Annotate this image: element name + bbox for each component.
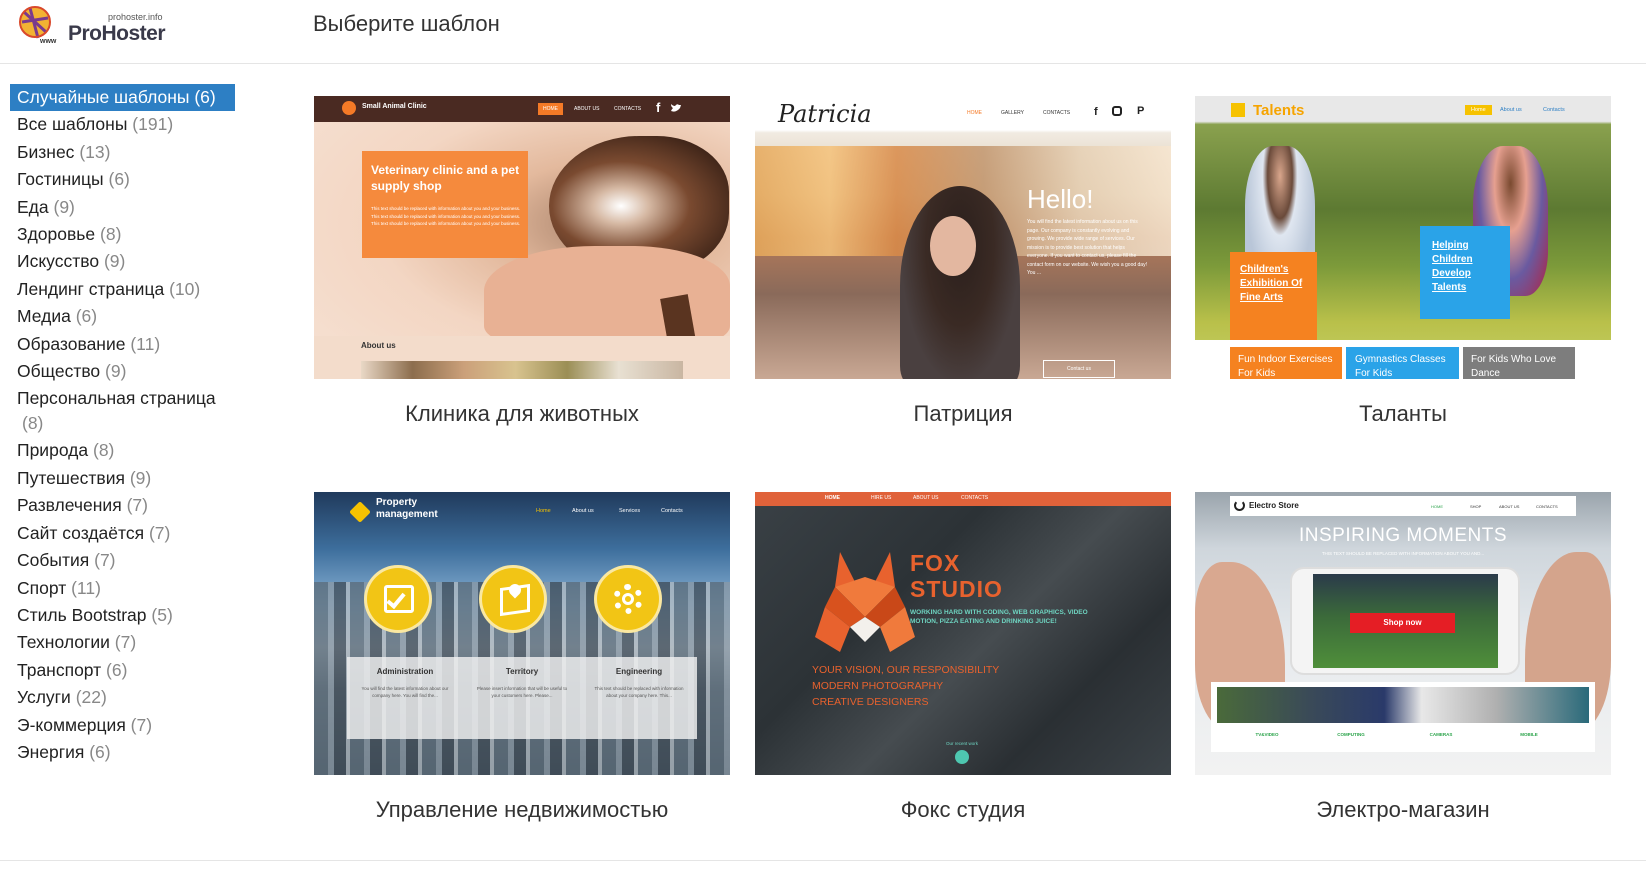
logo-www: www xyxy=(40,38,57,45)
category-health[interactable]: Здоровье (8) xyxy=(10,221,240,248)
category-energy[interactable]: Энергия (6) xyxy=(10,739,240,766)
template-card-electro-store[interactable]: Electro Store HOME SHOP ABOUT US CONTACT… xyxy=(1195,492,1611,823)
category-food[interactable]: Еда (9) xyxy=(10,194,240,221)
twitter-icon xyxy=(671,104,681,112)
template-card-talents[interactable]: Talents Home About us Contacts Children'… xyxy=(1195,96,1611,427)
template-thumbnail[interactable]: Talents Home About us Contacts Children'… xyxy=(1195,96,1611,379)
template-thumbnail[interactable]: Patricia HOME GALLERY CONTACTS f P Hello… xyxy=(755,96,1171,379)
template-card-property-management[interactable]: Property management Home About us Servic… xyxy=(314,492,730,823)
category-hotels[interactable]: Гостиницы (6) xyxy=(10,166,240,193)
template-title[interactable]: Электро-магазин xyxy=(1195,797,1611,823)
template-title[interactable]: Управление недвижимостью xyxy=(314,797,730,823)
category-nature[interactable]: Природа (8) xyxy=(10,437,240,464)
category-sport[interactable]: Спорт (11) xyxy=(10,575,240,602)
chevron-down-icon xyxy=(955,750,969,764)
map-pin-icon xyxy=(479,565,547,633)
category-media[interactable]: Медиа (6) xyxy=(10,303,240,330)
category-all[interactable]: Все шаблоны (191) xyxy=(10,111,240,138)
facebook-icon: f xyxy=(656,100,661,115)
category-under-construction[interactable]: Сайт создаётся (7) xyxy=(10,520,240,547)
category-society[interactable]: Общество (9) xyxy=(10,358,240,385)
category-events[interactable]: События (7) xyxy=(10,547,240,574)
category-travel[interactable]: Путешествия (9) xyxy=(10,465,240,492)
facebook-icon: f xyxy=(1094,106,1098,118)
template-title[interactable]: Клиника для животных xyxy=(314,401,730,427)
category-personal[interactable]: Персональная страница (8) xyxy=(10,385,240,437)
logo-name: ProHoster xyxy=(68,22,166,45)
category-education[interactable]: Образование (11) xyxy=(10,331,240,358)
template-thumbnail[interactable]: Property management Home About us Servic… xyxy=(314,492,730,775)
category-bootstrap[interactable]: Стиль Bootstrap (5) xyxy=(10,602,240,629)
footer-divider xyxy=(0,860,1646,861)
checkmark-icon xyxy=(364,565,432,633)
template-title[interactable]: Фокс студия xyxy=(755,797,1171,823)
instagram-icon xyxy=(1112,106,1122,116)
category-landing[interactable]: Лендинг страница (10) xyxy=(10,276,240,303)
header: prohoster.info ProHoster www Выберите ша… xyxy=(0,0,1646,64)
category-ecommerce[interactable]: Э-коммерция (7) xyxy=(10,712,240,739)
template-thumbnail[interactable]: Electro Store HOME SHOP ABOUT US CONTACT… xyxy=(1195,492,1611,775)
template-card-patricia[interactable]: Patricia HOME GALLERY CONTACTS f P Hello… xyxy=(755,96,1171,427)
category-technology[interactable]: Технологии (7) xyxy=(10,629,240,656)
logo-domain: prohoster.info xyxy=(108,12,163,22)
category-entertainment[interactable]: Развлечения (7) xyxy=(10,492,240,519)
template-title[interactable]: Патриция xyxy=(755,401,1171,427)
category-random[interactable]: Случайные шаблоны (6) xyxy=(10,84,235,112)
page-title: Выберите шаблон xyxy=(313,11,500,36)
template-title[interactable]: Таланты xyxy=(1195,401,1611,427)
category-sidebar: Случайные шаблоны (6) Все шаблоны (191) … xyxy=(10,84,240,766)
power-icon xyxy=(1234,500,1245,511)
template-card-animal-clinic[interactable]: Small Animal Clinic HOME ABOUT US CONTAC… xyxy=(314,96,730,427)
template-card-fox-studio[interactable]: HOME HIRE US ABOUT US CONTACTS FOX STUDI… xyxy=(755,492,1171,823)
template-thumbnail[interactable]: Small Animal Clinic HOME ABOUT US CONTAC… xyxy=(314,96,730,379)
category-services[interactable]: Услуги (22) xyxy=(10,684,240,711)
template-thumbnail[interactable]: HOME HIRE US ABOUT US CONTACTS FOX STUDI… xyxy=(755,492,1171,775)
prohoster-logo[interactable]: prohoster.info ProHoster www xyxy=(16,2,166,48)
category-transport[interactable]: Транспорт (6) xyxy=(10,657,240,684)
category-business[interactable]: Бизнес (13) xyxy=(10,139,240,166)
pinterest-icon: P xyxy=(1137,105,1145,117)
fox-logo-icon xyxy=(815,552,915,652)
gear-icon xyxy=(594,565,662,633)
category-art[interactable]: Искусство (9) xyxy=(10,248,240,275)
